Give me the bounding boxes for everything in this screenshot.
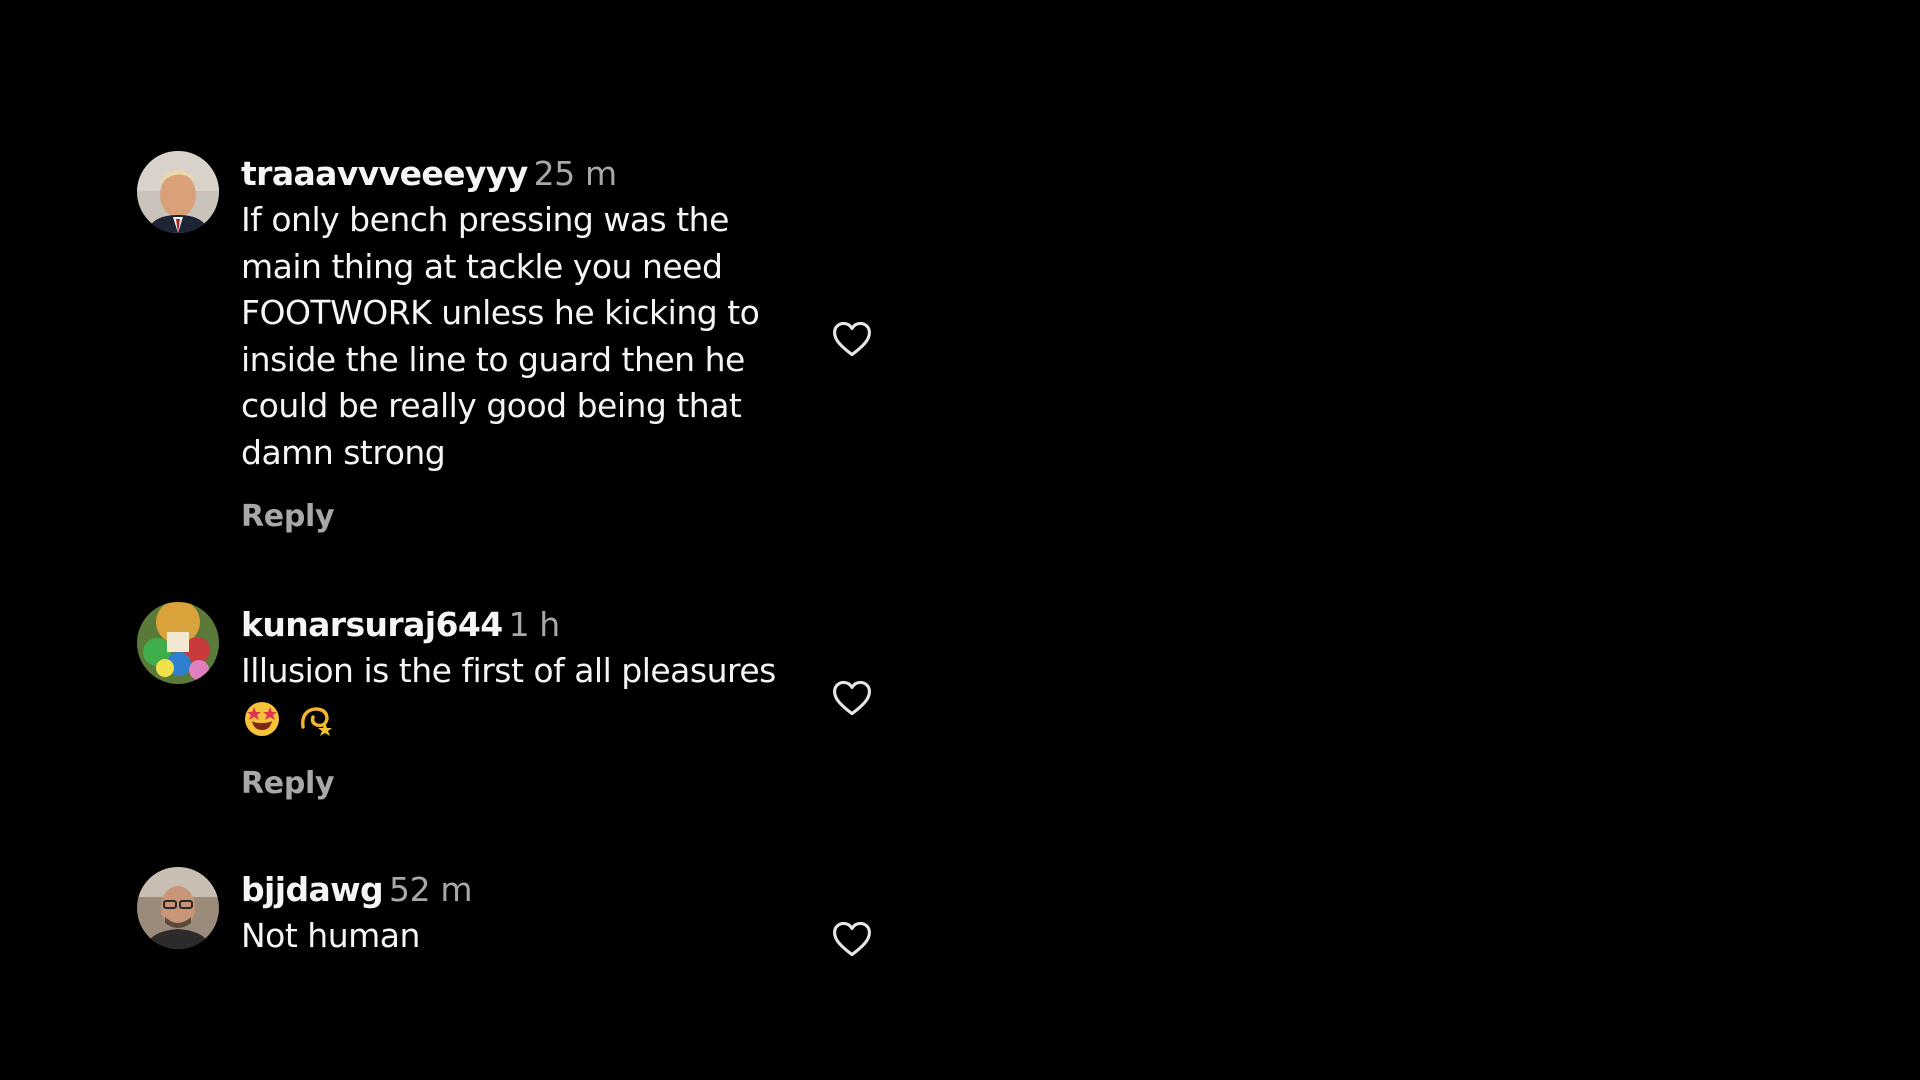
heart-icon [833,680,871,716]
comment-timestamp: 25 m [533,154,617,193]
dizzy-emoji-icon [301,706,332,736]
comment-username[interactable]: traaavvveeeyyy [241,154,528,193]
like-button[interactable] [830,317,874,361]
comment-timestamp: 52 m [389,870,473,909]
avatar[interactable] [137,602,219,684]
comment-text: Illusion is the first of all pleasures [241,651,776,690]
comment-text: If only bench pressing was the main thin… [241,200,760,472]
comment-username[interactable]: bjjdawg [241,870,384,909]
avatar-photo-icon [137,151,219,233]
avatar[interactable] [137,867,219,949]
comment-body: bjjdawg 52 m Not human [241,867,801,960]
avatar-photo-icon [137,867,219,949]
comment-header: traaavvveeeyyy 25 m [241,151,801,197]
heart-icon [833,921,871,957]
reply-button[interactable]: Reply [241,766,335,801]
star-struck-emoji-icon [245,701,279,736]
avatar-photo-icon [137,602,219,684]
like-button[interactable] [830,676,874,720]
comment-body: kunarsuraj644 1 h Illusion is the first o… [241,602,801,741]
comment-username[interactable]: kunarsuraj644 [241,605,503,644]
comment-header: kunarsuraj644 1 h [241,602,801,648]
like-button[interactable] [830,917,874,961]
comment-body: traaavvveeeyyy 25 m If only bench pressin… [241,151,801,476]
avatar[interactable] [137,151,219,233]
heart-icon [833,321,871,357]
comment-timestamp: 1 h [508,605,561,644]
comment-header: bjjdawg 52 m [241,867,801,913]
reply-button[interactable]: Reply [241,499,335,534]
comment-text: Not human [241,916,420,955]
comment-emojis [241,695,801,741]
comments-list: traaavvveeeyyy 25 m If only bench pressin… [0,0,1920,1080]
